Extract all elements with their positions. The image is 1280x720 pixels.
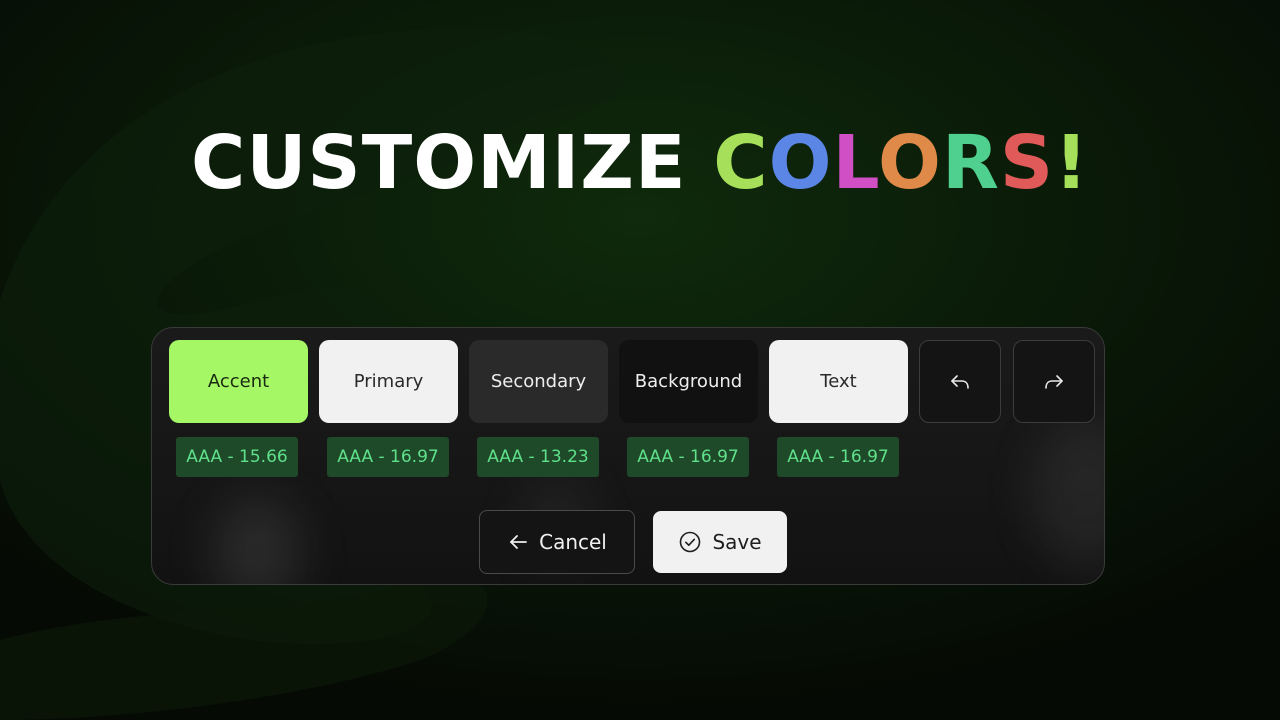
headline-letter: O	[878, 120, 942, 206]
headline-letter: O	[768, 120, 833, 206]
check-circle-icon	[678, 530, 702, 554]
swatch-label: Accent	[207, 371, 270, 392]
headline-main-word: CUSTOMIZE	[191, 120, 687, 206]
headline-letter: C	[713, 120, 769, 206]
cancel-label: Cancel	[539, 530, 607, 554]
redo-button[interactable]	[1013, 340, 1095, 423]
headline-highlight-word: COLORS!	[713, 120, 1089, 206]
headline-letter: R	[941, 120, 1000, 206]
panel-glow	[212, 498, 302, 584]
undo-arrow-icon	[951, 374, 969, 389]
contrast-badge: AAA - 16.97	[777, 437, 899, 477]
headline-letter: !	[1054, 120, 1089, 206]
swatch-label: Secondary	[490, 371, 587, 392]
swatch-text[interactable]: Text	[769, 340, 908, 423]
save-label: Save	[712, 530, 762, 554]
swatch-label: Background	[634, 371, 743, 392]
contrast-badge: AAA - 13.23	[477, 437, 599, 477]
swatch-accent[interactable]: Accent	[169, 340, 308, 423]
swatch-label: Text	[820, 371, 857, 392]
panel-glow	[1032, 418, 1104, 568]
arrow-left-icon	[507, 531, 529, 553]
swatch-primary[interactable]: Primary	[319, 340, 458, 423]
contrast-badge: AAA - 16.97	[627, 437, 749, 477]
contrast-badge: AAA - 15.66	[176, 437, 298, 477]
headline-letter: S	[999, 120, 1055, 206]
headline-letter: L	[832, 120, 879, 206]
cancel-button[interactable]: Cancel	[479, 510, 635, 574]
swatch-label: Primary	[353, 371, 424, 392]
contrast-badge: AAA - 16.97	[327, 437, 449, 477]
swatch-background[interactable]: Background	[619, 340, 758, 423]
page-headline: CUSTOMIZE COLORS!	[0, 118, 1280, 208]
redo-arrow-icon	[1045, 374, 1063, 389]
undo-button[interactable]	[919, 340, 1001, 423]
color-picker-panel: Accent Primary Secondary Background Text…	[151, 327, 1105, 585]
save-button[interactable]: Save	[653, 511, 787, 573]
swatch-secondary[interactable]: Secondary	[469, 340, 608, 423]
